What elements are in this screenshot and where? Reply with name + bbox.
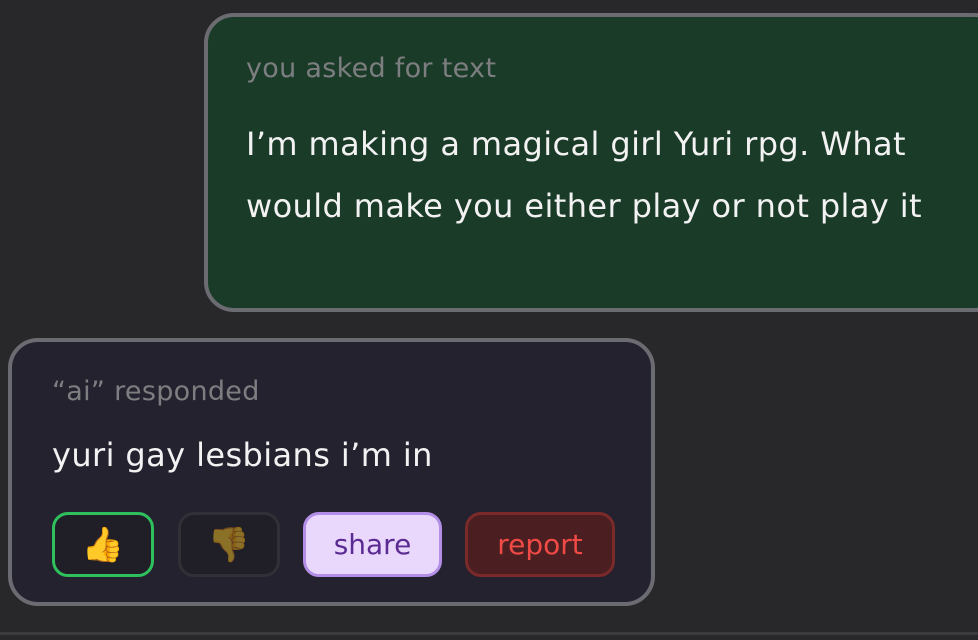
thumbs-down-button[interactable]: 👎 — [178, 512, 280, 577]
thumbs-up-icon: 👍 — [81, 524, 125, 565]
share-button-label: share — [333, 528, 412, 561]
report-button[interactable]: report — [465, 512, 615, 577]
thumbs-up-button[interactable]: 👍 — [52, 512, 154, 577]
ai-message-bubble: “ai” responded yuri gay lesbians i’m in … — [8, 338, 655, 606]
share-button[interactable]: share — [303, 512, 442, 577]
ai-message-meta: “ai” responded — [52, 376, 260, 407]
report-button-label: report — [497, 528, 583, 561]
user-message-text: I’m making a magical girl Yuri rpg. What… — [246, 125, 922, 225]
ai-message-text: yuri gay lesbians i’m in — [52, 436, 433, 474]
user-message-meta: you asked for text — [246, 53, 497, 84]
user-message-bubble: you asked for text I’m making a magical … — [204, 13, 978, 312]
bottom-divider — [0, 632, 978, 635]
thumbs-down-icon: 👎 — [207, 524, 251, 565]
